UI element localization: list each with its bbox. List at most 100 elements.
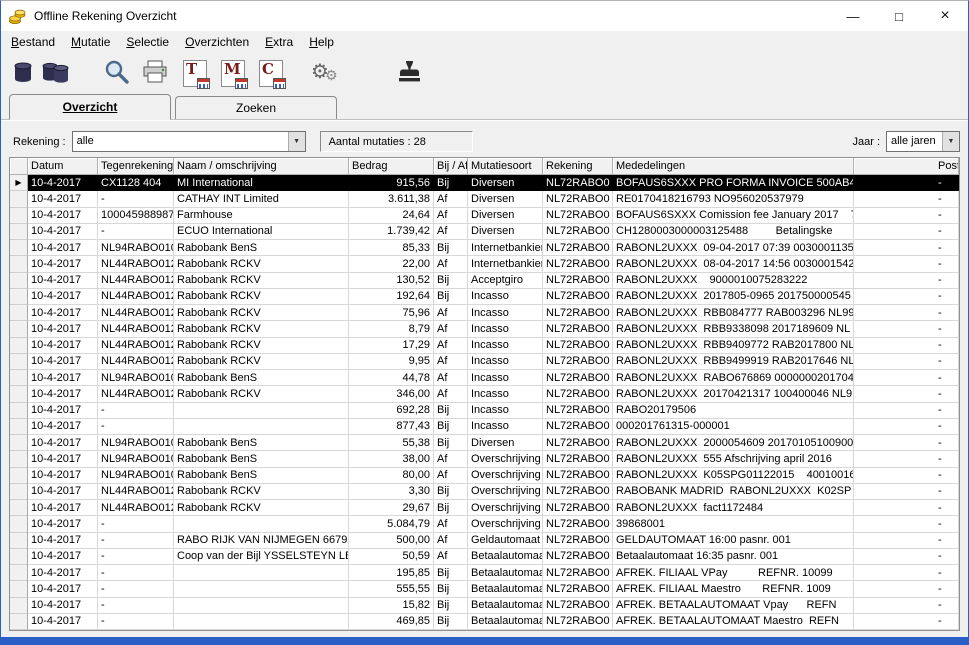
row-selector[interactable] xyxy=(10,305,28,321)
row-selector[interactable] xyxy=(10,500,28,516)
row-selector[interactable] xyxy=(10,565,28,581)
report-m-button[interactable]: M xyxy=(217,57,249,89)
row-selector[interactable] xyxy=(10,598,28,614)
table-row[interactable]: 10-4-2017-Coop van der Bijl YSSELSTEYN L… xyxy=(10,549,959,565)
table-row[interactable]: 10-4-2017-469,85BijBetaalautomaatNL72RAB… xyxy=(10,614,959,630)
table-row[interactable]: ▶10-4-2017CX1128 404MI International915,… xyxy=(10,175,959,191)
row-selector[interactable] xyxy=(10,191,28,207)
table-row[interactable]: 10-4-2017-692,28BijIncassoNL72RABO0RABO2… xyxy=(10,403,959,419)
row-selector[interactable] xyxy=(10,354,28,370)
row-selector[interactable] xyxy=(10,208,28,224)
table-row[interactable]: 10-4-2017-877,43BijIncassoNL72RABO000020… xyxy=(10,419,959,435)
cell-mutatiesoort: Incasso xyxy=(468,370,543,386)
row-selector[interactable]: ▶ xyxy=(10,175,28,191)
row-selector[interactable] xyxy=(10,516,28,532)
row-selector[interactable] xyxy=(10,273,28,289)
column-header-post[interactable]: Post xyxy=(854,158,959,175)
row-selector[interactable] xyxy=(10,614,28,630)
table-row[interactable]: 10-4-2017NL44RABO0123Rabobank RCKV75,96A… xyxy=(10,305,959,321)
cell-bedrag: 555,55 xyxy=(349,581,434,597)
table-row[interactable]: 10-4-2017NL94RABO0104Rabobank BenS44,78A… xyxy=(10,370,959,386)
column-header-tegenrekening[interactable]: Tegenrekening xyxy=(98,158,174,175)
menu-item-selectie[interactable]: Selectie xyxy=(118,31,177,53)
report-c-button[interactable]: C xyxy=(255,57,287,89)
jaar-dropdown[interactable]: alle jaren ▼ xyxy=(886,131,960,152)
table-row[interactable]: 10-4-2017-CATHAY INT Limited3.611,38AfDi… xyxy=(10,191,959,207)
table-row[interactable]: 10-4-2017NL44RABO0123Rabobank RCKV346,00… xyxy=(10,386,959,402)
report-t-button[interactable]: T xyxy=(179,57,211,89)
row-selector[interactable] xyxy=(10,289,28,305)
row-selector[interactable] xyxy=(10,484,28,500)
cell-mutatiesoort: Overschrijving xyxy=(468,516,543,532)
row-selector[interactable] xyxy=(10,581,28,597)
maximize-button[interactable]: □ xyxy=(876,1,922,31)
row-selector[interactable] xyxy=(10,451,28,467)
row-selector[interactable] xyxy=(10,224,28,240)
menu-item-mutatie[interactable]: Mutatie xyxy=(63,31,118,53)
row-selector[interactable] xyxy=(10,419,28,435)
database-button[interactable] xyxy=(7,57,39,89)
stamp-button[interactable] xyxy=(393,57,425,89)
row-selector[interactable] xyxy=(10,468,28,484)
row-selector[interactable] xyxy=(10,549,28,565)
table-row[interactable]: 10-4-2017NL44RABO0123Rabobank RCKV8,79Af… xyxy=(10,321,959,337)
chevron-down-icon[interactable]: ▼ xyxy=(942,132,959,151)
row-selector[interactable] xyxy=(10,338,28,354)
print-button[interactable] xyxy=(139,57,171,89)
row-selector[interactable] xyxy=(10,403,28,419)
table-row[interactable]: 10-4-2017-ECUO International1.739,42AfDi… xyxy=(10,224,959,240)
column-header-datum[interactable]: Datum xyxy=(28,158,98,175)
row-selector[interactable] xyxy=(10,240,28,256)
table-row[interactable]: 10-4-2017NL44RABO0123Rabobank RCKV192,64… xyxy=(10,289,959,305)
search-button[interactable] xyxy=(101,57,133,89)
row-selector[interactable] xyxy=(10,256,28,272)
database-copy-button[interactable] xyxy=(39,57,71,89)
cell-bij-af: Bij xyxy=(434,598,468,614)
table-row[interactable]: 10-4-2017-555,55BijBetaalautomaatNL72RAB… xyxy=(10,581,959,597)
settings-button[interactable]: ⚙⚙ xyxy=(311,57,343,89)
table-row[interactable]: 10-4-2017NL94RABO0104Rabobank BenS85,33B… xyxy=(10,240,959,256)
table-row[interactable]: 10-4-2017-195,85BijBetaalautomaatNL72RAB… xyxy=(10,565,959,581)
menu-item-overzichten[interactable]: Overzichten xyxy=(177,31,257,53)
table-row[interactable]: 10-4-2017NL94RABO0104Rabobank BenS55,38B… xyxy=(10,435,959,451)
column-header-bij-af[interactable]: Bij / Af xyxy=(434,158,468,175)
cell-bedrag: 130,52 xyxy=(349,273,434,289)
menu-item-bestand[interactable]: Bestand xyxy=(3,31,63,53)
menu-item-extra[interactable]: Extra xyxy=(257,31,301,53)
cell-naam xyxy=(174,565,349,581)
row-selector[interactable] xyxy=(10,321,28,337)
row-selector[interactable] xyxy=(10,533,28,549)
table-row[interactable]: 10-4-2017100045988987Farmhouse24,64AfDiv… xyxy=(10,208,959,224)
table-row[interactable]: 10-4-2017-RABO RIJK VAN NIJMEGEN 6679EN5… xyxy=(10,533,959,549)
column-header-mutatiesoort[interactable]: Mutatiesoort xyxy=(468,158,543,175)
column-header-naam[interactable]: Naam / omschrijving xyxy=(174,158,349,175)
table-row[interactable]: 10-4-2017NL44RABO0123Rabobank RCKV130,52… xyxy=(10,273,959,289)
close-button[interactable]: × xyxy=(922,1,968,31)
table-row[interactable]: 10-4-2017-5.084,79AfOverschrijvingNL72RA… xyxy=(10,516,959,532)
table-row[interactable]: 10-4-2017NL44RABO0123Rabobank RCKV17,29A… xyxy=(10,338,959,354)
table-row[interactable]: 10-4-2017NL44RABO0123Rabobank RCKV9,95Af… xyxy=(10,354,959,370)
table-row[interactable]: 10-4-2017NL44RABO0123Rabobank RCKV22,00A… xyxy=(10,256,959,272)
mutations-grid: DatumTegenrekeningNaam / omschrijvingBed… xyxy=(9,157,960,631)
tab-zoeken[interactable]: Zoeken xyxy=(175,96,337,119)
chevron-down-icon[interactable]: ▼ xyxy=(288,132,305,151)
table-row[interactable]: 10-4-2017NL94RABO0104Rabobank BenS38,00A… xyxy=(10,451,959,467)
row-selector[interactable] xyxy=(10,370,28,386)
cell-bedrag: 80,00 xyxy=(349,468,434,484)
cell-rekening: NL72RABO0 xyxy=(543,256,613,272)
column-header-mededelingen[interactable]: Mededelingen xyxy=(613,158,854,175)
table-row[interactable]: 10-4-2017-15,82BijBetaalautomaatNL72RABO… xyxy=(10,598,959,614)
table-row[interactable]: 10-4-2017NL94RABO0104Rabobank BenS80,00A… xyxy=(10,468,959,484)
cell-rekening: NL72RABO0 xyxy=(543,305,613,321)
column-header-bedrag[interactable]: Bedrag xyxy=(349,158,434,175)
cell-bedrag: 500,00 xyxy=(349,533,434,549)
table-row[interactable]: 10-4-2017NL44RABO0123Rabobank RCKV29,67B… xyxy=(10,500,959,516)
column-header-rekening[interactable]: Rekening xyxy=(543,158,613,175)
minimize-button[interactable]: — xyxy=(830,1,876,31)
row-selector[interactable] xyxy=(10,386,28,402)
menu-item-help[interactable]: Help xyxy=(301,31,342,53)
tab-overzicht[interactable]: Overzicht xyxy=(9,94,171,120)
rekening-dropdown[interactable]: alle ▼ xyxy=(72,131,306,152)
table-row[interactable]: 10-4-2017NL44RABO0123Rabobank RCKV3,30Bi… xyxy=(10,484,959,500)
row-selector[interactable] xyxy=(10,435,28,451)
